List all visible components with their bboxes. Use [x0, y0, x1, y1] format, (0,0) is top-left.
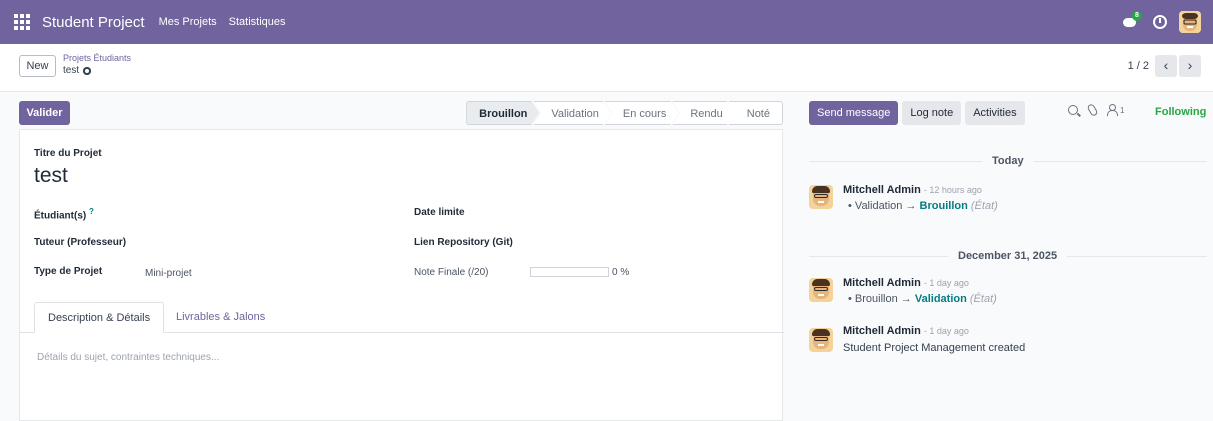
app-brand[interactable]: Student Project [42, 14, 145, 31]
stage-pipeline: Brouillon Validation En cours Rendu Noté [466, 101, 783, 125]
search-icon[interactable] [1068, 105, 1078, 115]
gear-icon[interactable] [83, 66, 92, 75]
title-label: Titre du Projet [34, 148, 102, 159]
repo-label: Lien Repository (Git) [414, 237, 513, 248]
type-field[interactable]: Mini-projet [145, 268, 192, 279]
breadcrumb-current-label: test [63, 65, 80, 76]
activities-button[interactable]: Activities [965, 101, 1025, 125]
user-avatar[interactable] [1179, 11, 1201, 33]
send-message-button[interactable]: Send message [809, 101, 899, 125]
message-author[interactable]: Mitchell Admin - 1 day ago [843, 325, 969, 337]
message-author[interactable]: Mitchell Admin - 1 day ago [843, 277, 969, 289]
chat-badge: 8 [1132, 11, 1142, 21]
avatar[interactable] [809, 328, 833, 352]
notebook-tabs: Description & Détails Livrables & Jalons [20, 302, 784, 333]
stage-brouillon[interactable]: Brouillon [466, 101, 539, 125]
separator-today: Today [982, 155, 1034, 167]
field-name: (État) [970, 200, 998, 212]
form-statusbar: Valider Brouillon Validation En cours Re… [19, 97, 783, 129]
menu-mes-projets[interactable]: Mes Projets [159, 16, 217, 28]
breadcrumb-parent[interactable]: Projets Étudiants [63, 53, 131, 63]
pager-next-button[interactable]: › [1179, 55, 1201, 77]
chatter-icons: 1 [1068, 103, 1125, 117]
grade-label: Note Finale (/20) [414, 267, 489, 278]
form-sheet: Titre du Projet test Étudiant(s) ? Date … [19, 129, 784, 421]
message-body: Student Project Management created [843, 342, 1026, 354]
tracking-change: • Brouillon → Validation (État) [848, 293, 997, 305]
control-panel: New Projets Étudiants test 1 / 2 ‹ › [0, 44, 1213, 92]
author-name[interactable]: Mitchell Admin [843, 184, 921, 196]
grade-value: 0 % [612, 267, 630, 278]
type-label: Type de Projet [34, 266, 103, 277]
field-name: (État) [969, 293, 997, 305]
new-button[interactable]: New [19, 55, 56, 77]
arrow-icon: → [905, 200, 917, 212]
apps-menu-icon[interactable] [14, 14, 30, 30]
tutor-label: Tuteur (Professeur) [34, 237, 127, 248]
title-field[interactable]: test [34, 164, 68, 188]
top-navbar: Student Project Mes Projets Statistiques… [0, 0, 1213, 44]
stage-en-cours[interactable]: En cours [605, 101, 678, 125]
pager-previous-button[interactable]: ‹ [1155, 55, 1177, 77]
followers-count: 1 [1120, 105, 1125, 115]
old-value: Validation [854, 200, 903, 212]
tab-livrables[interactable]: Livrables & Jalons [163, 302, 278, 333]
attachment-icon[interactable] [1086, 103, 1099, 117]
arrow-icon: → [900, 293, 912, 305]
old-value: Brouillon [854, 293, 898, 305]
pager-value[interactable]: 1 / 2 [1128, 60, 1149, 72]
chatter-topbar: Send message Log note Activities [809, 101, 1025, 125]
avatar[interactable] [809, 185, 833, 209]
activity-clock-icon[interactable] [1153, 15, 1167, 29]
chat-icon[interactable]: 8 [1123, 11, 1142, 29]
separator-date: December 31, 2025 [948, 250, 1068, 262]
help-icon[interactable]: ? [89, 207, 94, 216]
stage-validation[interactable]: Validation [533, 101, 611, 125]
breadcrumb-current: test [63, 65, 92, 76]
author-name[interactable]: Mitchell Admin [843, 325, 921, 337]
valider-button[interactable]: Valider [19, 101, 70, 125]
students-label-text: Étudiant(s) [34, 210, 87, 222]
following-button[interactable]: Following [1155, 106, 1206, 118]
stage-note[interactable]: Noté [728, 101, 783, 125]
tab-description[interactable]: Description & Détails [34, 302, 165, 333]
message-time: - 1 day ago [923, 326, 969, 336]
students-label: Étudiant(s) ? [34, 207, 94, 221]
stage-rendu[interactable]: Rendu [672, 101, 734, 125]
new-value: Validation [914, 293, 967, 305]
menu-statistiques[interactable]: Statistiques [229, 16, 286, 28]
message-time: - 1 day ago [923, 278, 969, 288]
grade-progressbar[interactable] [530, 267, 609, 277]
message-author[interactable]: Mitchell Admin - 12 hours ago [843, 184, 982, 196]
followers-icon[interactable] [1107, 104, 1118, 116]
description-field[interactable]: Détails du sujet, contraintes techniques… [37, 352, 219, 363]
log-note-button[interactable]: Log note [902, 101, 962, 125]
author-name[interactable]: Mitchell Admin [843, 277, 921, 289]
new-value: Brouillon [919, 200, 968, 212]
deadline-label: Date limite [414, 207, 465, 218]
tracking-change: • Validation → Brouillon (État) [848, 200, 998, 212]
avatar[interactable] [809, 278, 833, 302]
message-time: - 12 hours ago [923, 185, 982, 195]
